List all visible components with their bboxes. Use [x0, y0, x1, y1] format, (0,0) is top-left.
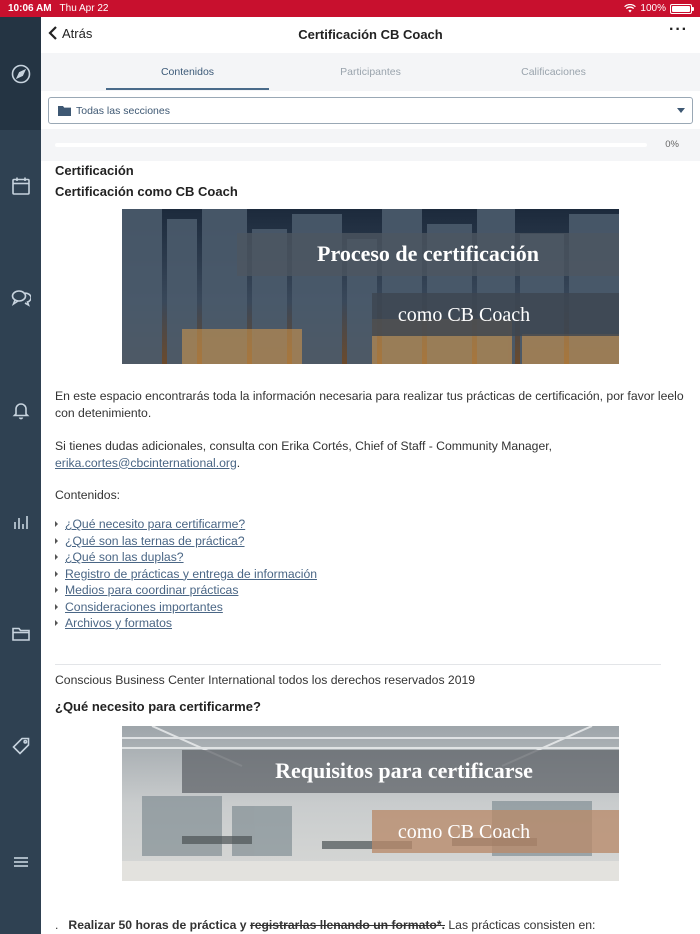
toc-link[interactable]: ¿Qué necesito para certificarme?: [65, 517, 245, 531]
section-select[interactable]: Todas las secciones: [48, 97, 693, 124]
top-navigation-bar: Atrás Certificación CB Coach ···: [41, 17, 700, 53]
requirement-rest-text: Las prácticas consisten en:: [445, 918, 596, 932]
compass-icon[interactable]: [10, 63, 31, 84]
bar-chart-icon[interactable]: [10, 511, 31, 532]
tab-calificaciones[interactable]: Calificaciones: [472, 53, 635, 91]
chat-icon[interactable]: [10, 287, 31, 308]
banner-title-line1: Requisitos para certificarse: [275, 758, 533, 783]
status-time: 10:06 AM: [8, 3, 52, 14]
back-label: Atrás: [62, 25, 93, 41]
contact-text: Si tienes dudas adicionales, consulta co…: [55, 439, 553, 453]
toc-link[interactable]: Consideraciones importantes: [65, 600, 223, 614]
tag-icon[interactable]: [10, 735, 31, 756]
contents-label: Contenidos:: [55, 488, 121, 502]
toc-item[interactable]: ¿Qué son las ternas de práctica?: [55, 533, 317, 550]
bullet-icon: [55, 620, 58, 627]
section-title: Certificación: [55, 163, 134, 178]
status-bar: 10:06 AM Thu Apr 22 100%: [0, 0, 700, 17]
bullet-icon: [55, 521, 58, 528]
toc-link[interactable]: ¿Qué son las duplas?: [65, 550, 184, 564]
progress-area: 0%: [41, 129, 700, 161]
requirement-item: . Realizar 50 horas de práctica y registr…: [55, 917, 689, 934]
table-of-contents: ¿Qué necesito para certificarme? ¿Qué so…: [55, 516, 317, 632]
battery-percent: 100%: [640, 3, 666, 14]
banner-title-line2: como CB Coach: [398, 821, 530, 843]
contact-suffix: .: [236, 455, 241, 470]
bullet-dot: .: [55, 918, 59, 932]
bullet-icon: [55, 587, 58, 594]
requirement-bold-text: Realizar 50 horas de práctica y: [68, 918, 247, 932]
status-date: Thu Apr 22: [59, 3, 109, 14]
back-button[interactable]: Atrás: [47, 25, 92, 41]
bullet-icon: [55, 554, 58, 561]
toc-item[interactable]: ¿Qué son las duplas?: [55, 549, 317, 566]
wifi-icon: [624, 4, 637, 13]
copyright-text: Conscious Business Center International …: [55, 673, 476, 687]
battery-icon: [670, 3, 694, 14]
toc-item[interactable]: Medios para coordinar prácticas: [55, 582, 317, 599]
toc-item[interactable]: Registro de prácticas y entrega de infor…: [55, 566, 317, 583]
contact-email-link[interactable]: erika.cortes@cbcinternational.org: [55, 456, 237, 470]
progress-label: 0%: [665, 139, 679, 150]
tab-contenidos[interactable]: Contenidos: [106, 53, 269, 91]
progress-bar: [55, 143, 647, 147]
toc-link[interactable]: Registro de prácticas y entrega de infor…: [65, 567, 317, 581]
intro-paragraph: En este espacio encontrarás toda la info…: [55, 389, 684, 420]
subsection-title: Certificación como CB Coach: [55, 184, 238, 199]
toc-item[interactable]: ¿Qué necesito para certificarme?: [55, 516, 317, 533]
section-select-value: Todas las secciones: [76, 104, 170, 117]
chevron-left-icon: [48, 26, 57, 40]
bullet-icon: [55, 570, 58, 577]
active-tab-indicator: [106, 88, 269, 90]
bell-icon[interactable]: [10, 399, 31, 420]
toc-item[interactable]: Consideraciones importantes: [55, 599, 317, 616]
chevron-down-icon: [677, 108, 685, 113]
calendar-icon[interactable]: [10, 175, 31, 196]
question-heading: ¿Qué necesito para certificarme?: [55, 699, 261, 714]
banner-title-line2: como CB Coach: [398, 304, 530, 326]
requirement-struck-text: registrarlas llenando un formato*.: [249, 918, 445, 932]
toc-link[interactable]: Archivos y formatos: [65, 616, 172, 630]
tab-participantes[interactable]: Participantes: [289, 53, 452, 91]
toc-link[interactable]: Medios para coordinar prácticas: [65, 583, 238, 597]
contact-paragraph: Si tienes dudas adicionales, consulta co…: [55, 438, 689, 471]
tab-bar: Contenidos Participantes Calificaciones: [41, 53, 700, 91]
divider: [55, 664, 661, 665]
certification-banner-image: Proceso de certificación como CB Coach: [122, 209, 619, 364]
toc-link[interactable]: ¿Qué son las ternas de práctica?: [65, 534, 245, 548]
more-options-button[interactable]: ···: [669, 21, 688, 39]
page-title: Certificación CB Coach: [298, 27, 443, 42]
bullet-icon: [55, 603, 58, 610]
requirements-banner-image: Requisitos para certificarse como CB Coa…: [122, 726, 619, 881]
sidebar: [0, 17, 41, 934]
bullet-icon: [55, 537, 58, 544]
menu-icon[interactable]: [10, 851, 31, 872]
toc-item[interactable]: Archivos y formatos: [55, 615, 317, 632]
folder-icon: [58, 105, 71, 116]
folder-icon[interactable]: [10, 623, 31, 644]
banner-title-line1: Proceso de certificación: [317, 241, 539, 266]
